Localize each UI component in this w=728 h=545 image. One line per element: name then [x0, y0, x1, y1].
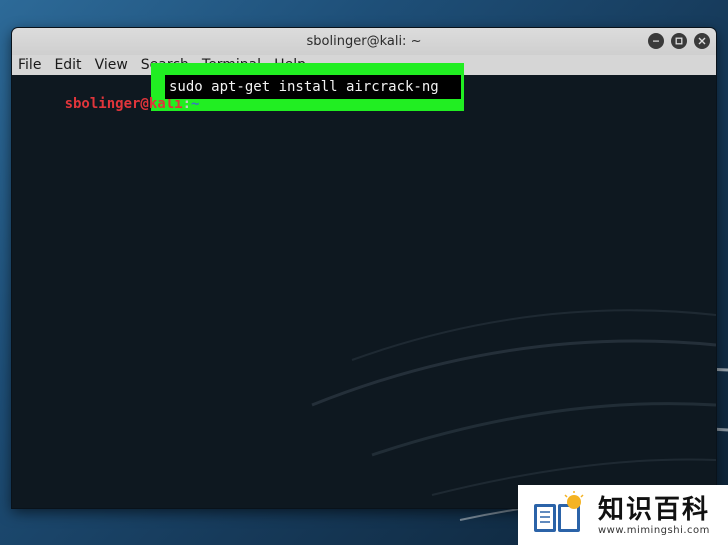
watermark: 知识百科 www.mimingshi.com — [518, 485, 728, 545]
minimize-icon — [653, 40, 659, 42]
window-controls — [648, 33, 710, 49]
maximize-button[interactable] — [671, 33, 687, 49]
window-titlebar[interactable]: sbolinger@kali: ~ — [12, 28, 716, 55]
menu-view[interactable]: View — [95, 57, 128, 73]
terminal-background-swirl — [311, 309, 716, 496]
menu-file[interactable]: File — [18, 57, 41, 73]
terminal-area[interactable]: sbolinger@kali:~ sudo apt-get install ai… — [12, 63, 716, 508]
window-title: sbolinger@kali: ~ — [306, 34, 422, 49]
menu-edit[interactable]: Edit — [54, 57, 81, 73]
close-icon — [698, 37, 706, 45]
close-button[interactable] — [694, 33, 710, 49]
terminal-window: sbolinger@kali: ~ File Edit View Search … — [12, 28, 716, 508]
watermark-url: www.mimingshi.com — [598, 524, 710, 536]
command-text: sudo apt-get install aircrack-ng — [165, 75, 461, 99]
maximize-icon — [675, 37, 683, 45]
minimize-button[interactable] — [648, 33, 664, 49]
book-lightbulb-icon — [530, 490, 590, 540]
watermark-text: 知识百科 www.mimingshi.com — [598, 495, 710, 536]
watermark-title: 知识百科 — [598, 494, 711, 525]
